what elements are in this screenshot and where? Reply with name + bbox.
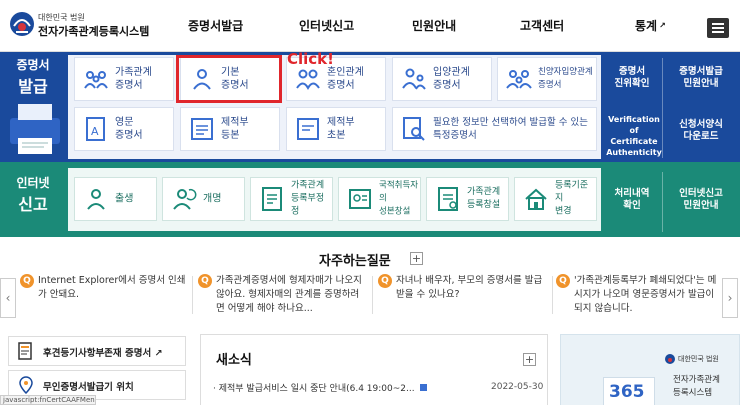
news-panel: 새소식 + · 제적부 발급서비스 일시 중단 안내(6.4 19:00~2..… [200,334,548,405]
promo-line-1: 전자가족관계 [673,375,720,385]
logo-site-name: 전자가족관계등록시스템 [38,25,150,38]
rename-icon [173,188,197,210]
site-logo[interactable]: 대한민국 법원 전자가족관계등록시스템 [8,8,208,44]
promo-banner[interactable]: 대한민국 법원 전자가족관계 등록시스템 365 [560,334,740,405]
register-copy-icon [191,118,213,140]
report-section-label: 인터넷 신고 [16,176,50,214]
hamburger-menu-button[interactable] [707,18,729,38]
external-link-icon: ↗ [659,21,666,30]
divider [662,172,663,232]
card-register-extract[interactable]: 제적부 초본 [286,107,386,151]
register-extract-icon [297,118,319,140]
faq-item[interactable]: Q '가족관계등록부가 폐쇄되었다'는 메시지가 나오며 영문증명서가 발급이 … [556,274,724,316]
calendar-illustration: 365 [603,377,655,405]
divider [372,276,373,314]
faq-more-button[interactable]: + [410,252,423,265]
nav-internet-report[interactable]: 인터넷신고 [299,0,354,52]
promo-line-2: 등록시스템 [673,388,713,398]
card-adoption-certificate[interactable]: 입양관계 증명서 [392,57,492,101]
new-badge-icon [420,384,428,391]
news-item[interactable]: · 제적부 발급서비스 일시 중단 안내(6.4 19:00~2... [213,381,428,394]
family-icon [84,71,108,89]
hamburger-line [712,23,724,25]
house-icon [525,188,547,210]
question-icon: Q [20,274,34,288]
court-emblem-icon [10,12,34,36]
link-process-history[interactable]: 처리내역 확인 [603,188,661,212]
question-icon: Q [378,274,392,288]
card-specific-certificate[interactable]: 필요한 정보만 선택하여 발급할 수 있는 특정증명서 [392,107,597,151]
external-link-icon: ↗ [154,348,163,359]
card-english-certificate[interactable]: A 영문 증명서 [74,107,174,151]
question-icon: Q [198,274,212,288]
card-register-copy[interactable]: 제적부 등본 [180,107,280,151]
card-family-relation-certificate[interactable]: 가족관계 증명서 [74,57,174,101]
logo-org-name: 대한민국 법원 [38,13,85,22]
family-adoption-icon [506,70,532,89]
couple-icon [296,69,320,91]
browser-status-bar: javascript:fnCertCAAFMenuId('0... [0,395,96,405]
search-document-icon [403,117,425,141]
divider [552,276,553,314]
baby-icon [87,189,105,210]
question-icon: Q [556,274,570,288]
news-more-button[interactable]: + [523,353,536,366]
card-register-creation[interactable]: 가족관계 등록창설 [426,177,509,221]
faq-next-button[interactable]: › [722,278,738,318]
link-form-download[interactable]: 신청서양식 다운로드 [665,119,737,143]
hamburger-line [712,27,724,29]
card-nationality-surname-creation[interactable]: 국적취득자의 성본창설 [338,177,421,221]
header: 대한민국 법원 전자가족관계등록시스템 증명서발급 인터넷신고 민원안내 고객센… [0,0,740,52]
card-rename-report[interactable]: 개명 [162,177,245,221]
quick-link-guardianship-certificate[interactable]: 후견등기사항부존재 증명서 ↗ [8,336,186,366]
card-registration-base-change[interactable]: 등록기준지 변경 [514,177,597,221]
nav-civil-guide[interactable]: 민원안내 [412,0,456,52]
faq-item[interactable]: Q 가족관계증명서에 형제자매가 나오지 않아요. 형제자매의 관계를 증명하려… [198,274,366,316]
card-register-correction[interactable]: 가족관계 등록부정정 [250,177,333,221]
register-creation-icon [438,187,458,211]
promo-number: 365 [609,382,645,402]
link-certificate-verify[interactable]: 증명서 진위확인 [603,66,661,90]
link-verification-of-authenticity[interactable]: Verification of Certificate Authenticity [603,114,665,158]
location-pin-icon [19,376,33,394]
nav-certificate-issue[interactable]: 증명서발급 [188,0,243,52]
court-emblem-icon [665,354,675,364]
divider [192,276,193,314]
card-birth-report[interactable]: 출생 [74,177,157,221]
document-icon [18,342,32,360]
nav-statistics[interactable]: 통계 ↗ [635,0,666,52]
printer-illustration-icon [10,104,60,154]
nav-customer-center[interactable]: 고객센터 [520,0,564,52]
english-document-icon: A [86,117,105,141]
click-annotation: Click! [287,50,334,68]
svg-text:A: A [91,125,99,138]
faq-title: 자주하는질문 [319,254,391,269]
link-issue-civil-guide[interactable]: 증명서발급 민원안내 [665,66,737,90]
faq-prev-button[interactable]: ‹ [0,278,16,318]
hamburger-line [712,31,724,33]
nationality-icon [349,189,371,209]
faq-item[interactable]: Q 자녀나 배우자, 부모의 증명서를 발급받을 수 있나요? [378,274,546,302]
news-date: 2022-05-30 [491,382,544,392]
click-highlight-box [176,55,282,103]
card-full-adoption-certificate[interactable]: 친양자입양관계 증명서 [497,57,597,101]
adoption-icon [402,68,426,90]
register-correction-icon [262,187,282,211]
faq-item[interactable]: Q Internet Explorer에서 증명서 인쇄가 안돼요. [20,274,188,302]
news-title: 새소식 [216,353,252,368]
promo-org: 대한민국 법원 [678,355,719,363]
link-report-civil-guide[interactable]: 인터넷신고 민원안내 [665,188,737,212]
issue-section-label: 증명서 발급 [16,58,50,96]
